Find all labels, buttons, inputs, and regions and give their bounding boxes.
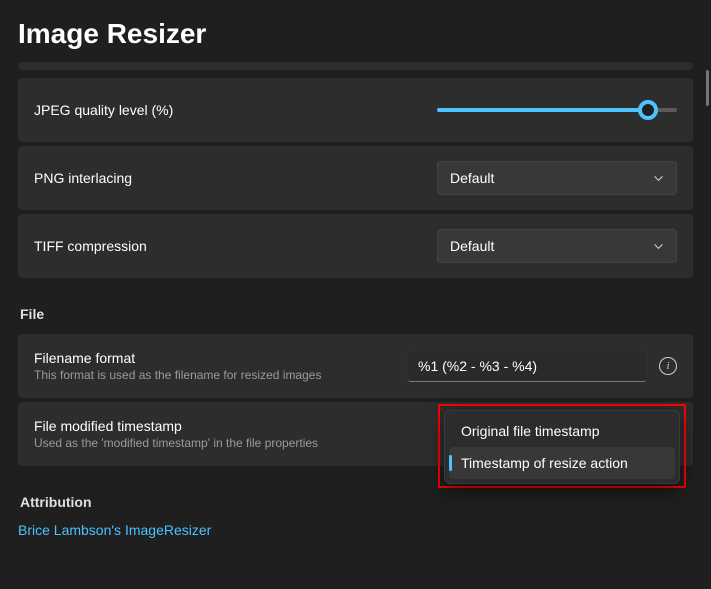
png-interlacing-dropdown[interactable]: Default — [437, 161, 677, 195]
attribution-header: Attribution — [20, 494, 693, 510]
filename-format-sublabel: This format is used as the filename for … — [34, 368, 321, 382]
chevron-down-icon — [653, 241, 664, 252]
timestamp-sublabel: Used as the 'modified timestamp' in the … — [34, 436, 318, 450]
info-icon[interactable]: i — [659, 357, 677, 375]
jpeg-quality-slider[interactable] — [437, 108, 677, 112]
tiff-compression-row: TIFF compression Default — [18, 214, 693, 278]
attribution-link[interactable]: Brice Lambson's ImageResizer — [18, 522, 211, 538]
png-interlacing-label: PNG interlacing — [34, 170, 132, 186]
filename-format-label: Filename format — [34, 350, 321, 366]
tiff-compression-value: Default — [450, 238, 494, 254]
filename-format-row: Filename format This format is used as t… — [18, 334, 693, 398]
jpeg-quality-label: JPEG quality level (%) — [34, 102, 173, 118]
page-title: Image Resizer — [0, 0, 711, 62]
timestamp-label: File modified timestamp — [34, 418, 318, 434]
file-section-header: File — [20, 306, 693, 322]
jpeg-quality-row: JPEG quality level (%) — [18, 78, 693, 142]
tiff-compression-dropdown[interactable]: Default — [437, 229, 677, 263]
truncated-row-top — [18, 62, 693, 70]
tiff-compression-label: TIFF compression — [34, 238, 147, 254]
timestamp-option-original[interactable]: Original file timestamp — [449, 415, 675, 447]
timestamp-option-resize[interactable]: Timestamp of resize action — [449, 447, 675, 479]
vertical-scrollbar[interactable] — [706, 70, 709, 106]
timestamp-dropdown-flyout: Original file timestamp Timestamp of res… — [444, 410, 680, 484]
chevron-down-icon — [653, 173, 664, 184]
png-interlacing-row: PNG interlacing Default — [18, 146, 693, 210]
slider-thumb[interactable] — [638, 100, 658, 120]
filename-format-input[interactable] — [407, 350, 647, 382]
png-interlacing-value: Default — [450, 170, 494, 186]
